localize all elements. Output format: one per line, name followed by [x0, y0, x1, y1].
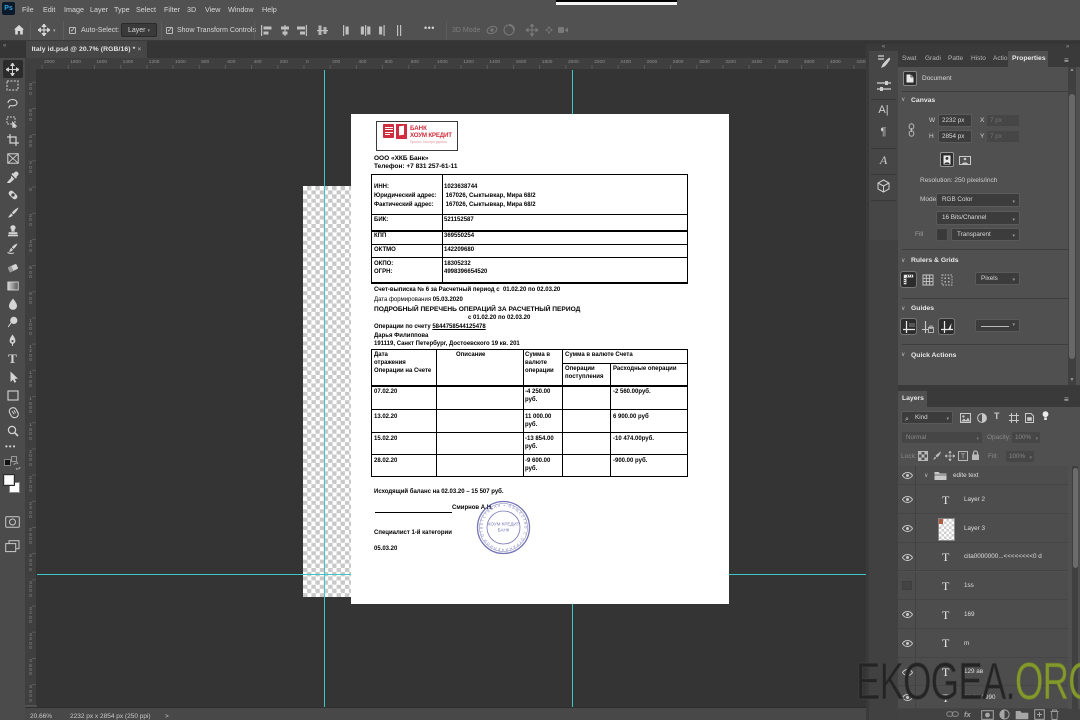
svg-text:БАНК: БАНК [498, 528, 510, 533]
svg-text:ХОУМ КРЕДИТ: ХОУМ КРЕДИТ [488, 522, 520, 527]
svg-text:T: T [961, 454, 966, 461]
